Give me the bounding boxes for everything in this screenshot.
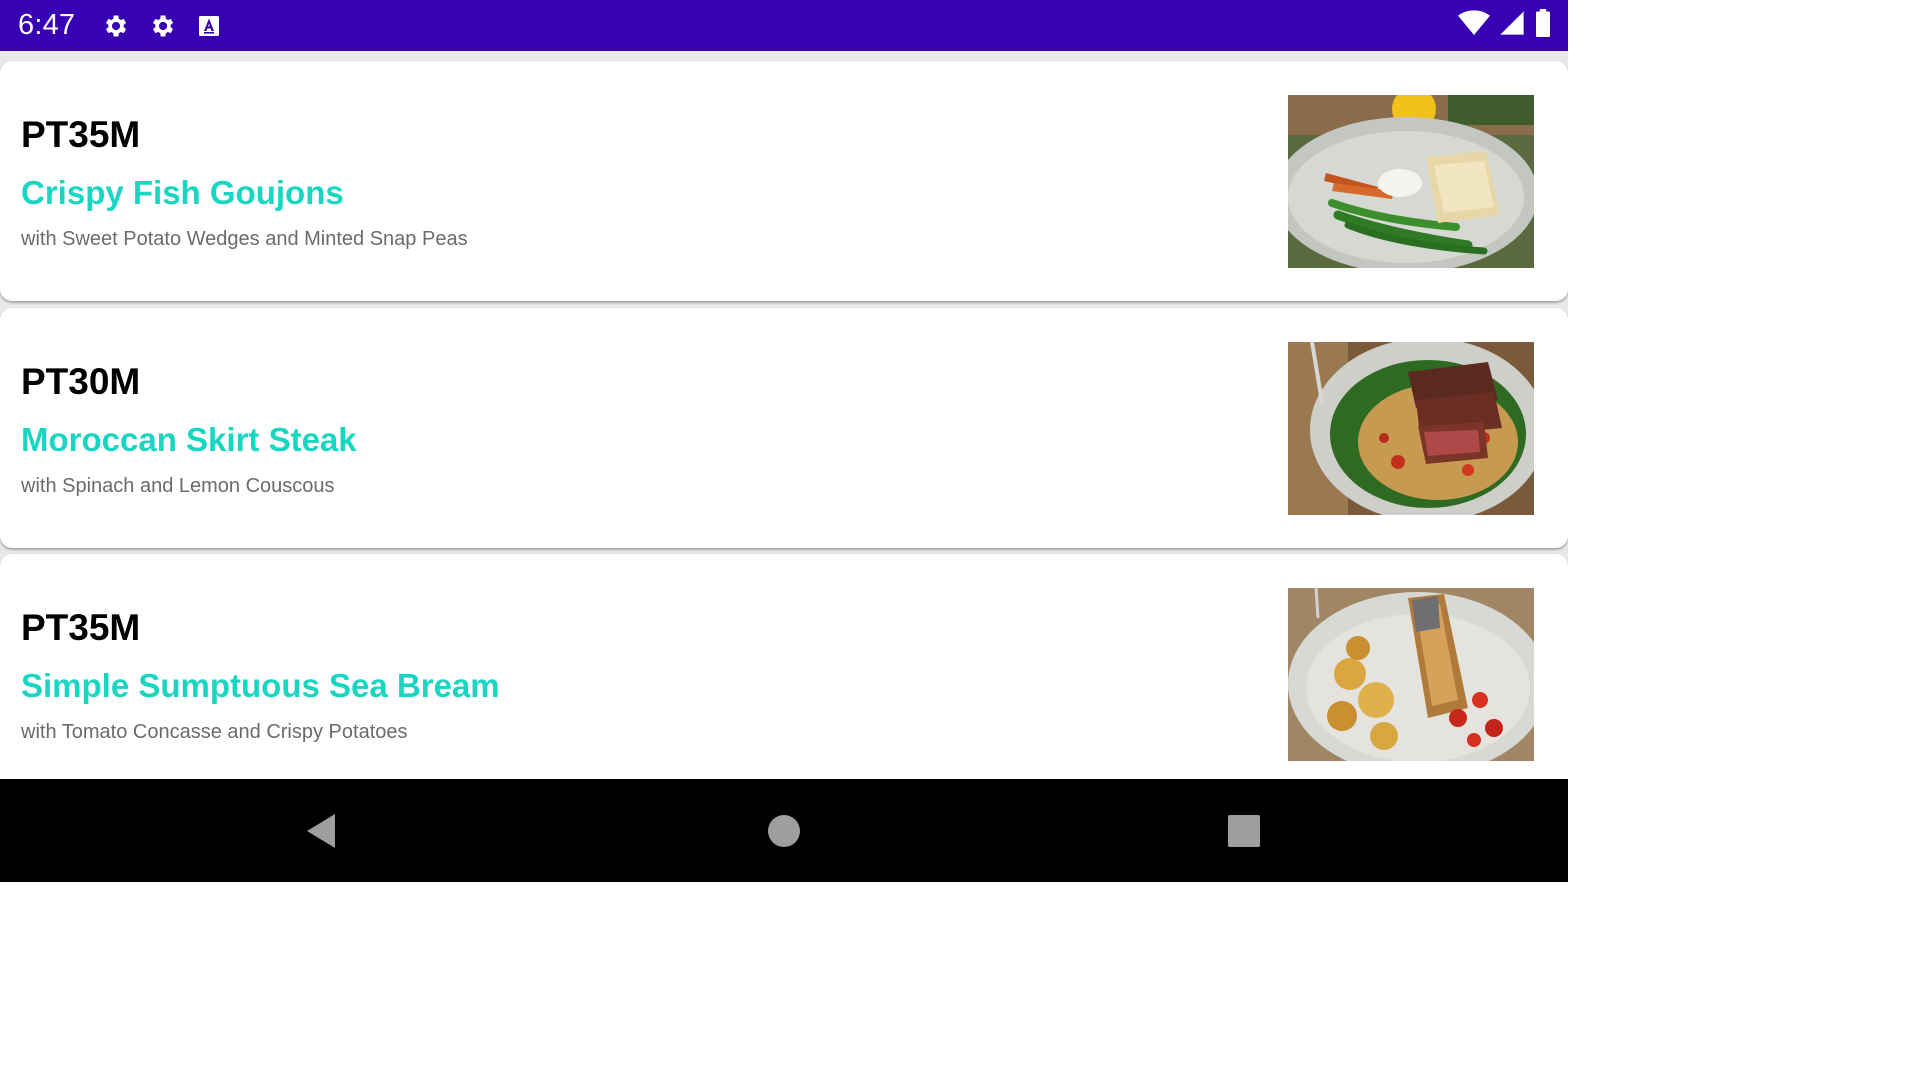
app-screen: 6:47 PT35M Crispy Fish Goujons with Swee… [0,0,1568,882]
signal-icon [1498,9,1526,42]
recipe-card[interactable]: PT30M Moroccan Skirt Steak with Spinach … [0,308,1568,548]
recents-icon [1228,814,1260,847]
recipe-title: Simple Sumptuous Sea Bream [21,667,500,704]
settings-gear-icon [147,11,177,41]
fish-goujons-plate-photo [1288,95,1534,268]
back-button[interactable] [261,779,381,882]
skirt-steak-couscous-photo [1288,342,1534,515]
recipe-title: Moroccan Skirt Steak [21,421,357,458]
recipe-duration: PT35M [21,114,141,155]
recipe-subtitle: with Spinach and Lemon Couscous [21,475,335,497]
status-time: 6:47 [18,9,76,41]
recipe-subtitle: with Sweet Potato Wedges and Minted Snap… [21,228,468,250]
recipe-duration: PT35M [21,607,141,648]
home-icon [768,814,800,847]
recipe-image [1288,342,1534,515]
recipe-list[interactable]: PT35M Crispy Fish Goujons with Sweet Pot… [0,51,1568,779]
sea-bream-potatoes-photo [1288,588,1534,761]
recipe-subtitle: with Tomato Concasse and Crispy Potatoes [21,721,408,743]
battery-icon [1534,9,1552,42]
back-icon [307,813,335,848]
recipe-card[interactable]: PT35M Simple Sumptuous Sea Bream with To… [0,554,1568,779]
recipe-title: Crispy Fish Goujons [21,174,344,211]
navigation-bar [0,779,1568,882]
recipe-duration: PT30M [21,361,141,402]
recipe-card[interactable]: PT35M Crispy Fish Goujons with Sweet Pot… [0,61,1568,301]
wifi-icon [1458,9,1490,42]
settings-gear-icon [100,11,130,41]
home-button[interactable] [724,779,844,882]
status-right-group [1458,9,1552,42]
text-a-icon [194,11,224,41]
recipe-image [1288,588,1534,761]
recipe-image [1288,95,1534,268]
status-bar: 6:47 [0,0,1568,51]
recents-button[interactable] [1184,779,1304,882]
